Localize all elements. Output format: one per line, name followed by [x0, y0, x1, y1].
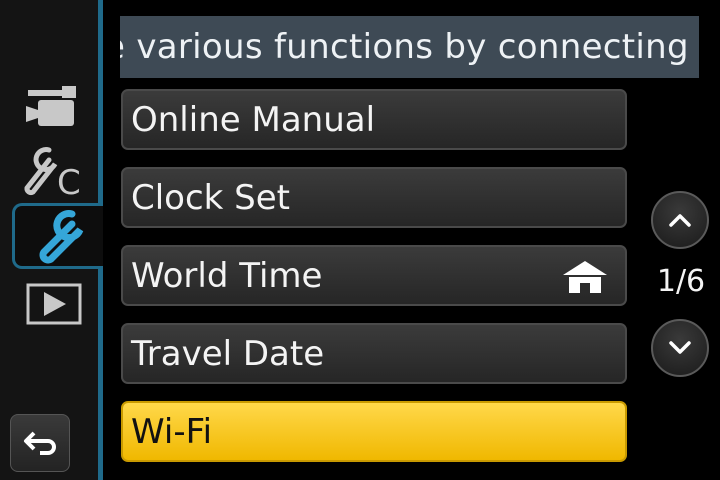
help-banner-text: e various functions by connecting [120, 27, 689, 67]
tab-custom[interactable]: C [18, 144, 90, 200]
page-indicator: 1/6 [656, 264, 706, 299]
wrench-icon [39, 210, 84, 264]
svg-text:C: C [57, 163, 81, 200]
menu-item-world-time[interactable]: World Time [121, 245, 627, 306]
help-banner: e various functions by connecting [120, 16, 699, 78]
tab-playback[interactable] [18, 276, 90, 332]
back-button[interactable] [10, 414, 70, 472]
wrench-c-icon: C [24, 147, 81, 200]
menu-item-clock-set[interactable]: Clock Set [121, 167, 627, 228]
tab-setup[interactable] [12, 203, 103, 269]
page-up-button[interactable] [651, 191, 709, 249]
chevron-down-icon [669, 341, 691, 354]
play-icon [26, 283, 82, 325]
menu-item-online-manual[interactable]: Online Manual [121, 89, 627, 150]
home-icon [563, 261, 607, 293]
menu-item-travel-date[interactable]: Travel Date [121, 323, 627, 384]
menu-item-label: Wi-Fi [131, 411, 213, 452]
menu-item-label: Clock Set [131, 177, 291, 218]
menu-item-wifi[interactable]: Wi-Fi [121, 401, 627, 462]
menu-item-label: Online Manual [131, 99, 376, 140]
movie-camera-icon [26, 86, 76, 126]
tab-motion-picture[interactable] [18, 80, 90, 136]
chevron-up-icon [669, 214, 691, 227]
menu-item-label: World Time [131, 255, 323, 296]
return-arrow-icon [24, 431, 56, 455]
menu-item-label: Travel Date [131, 333, 325, 374]
page-down-button[interactable] [651, 319, 709, 377]
